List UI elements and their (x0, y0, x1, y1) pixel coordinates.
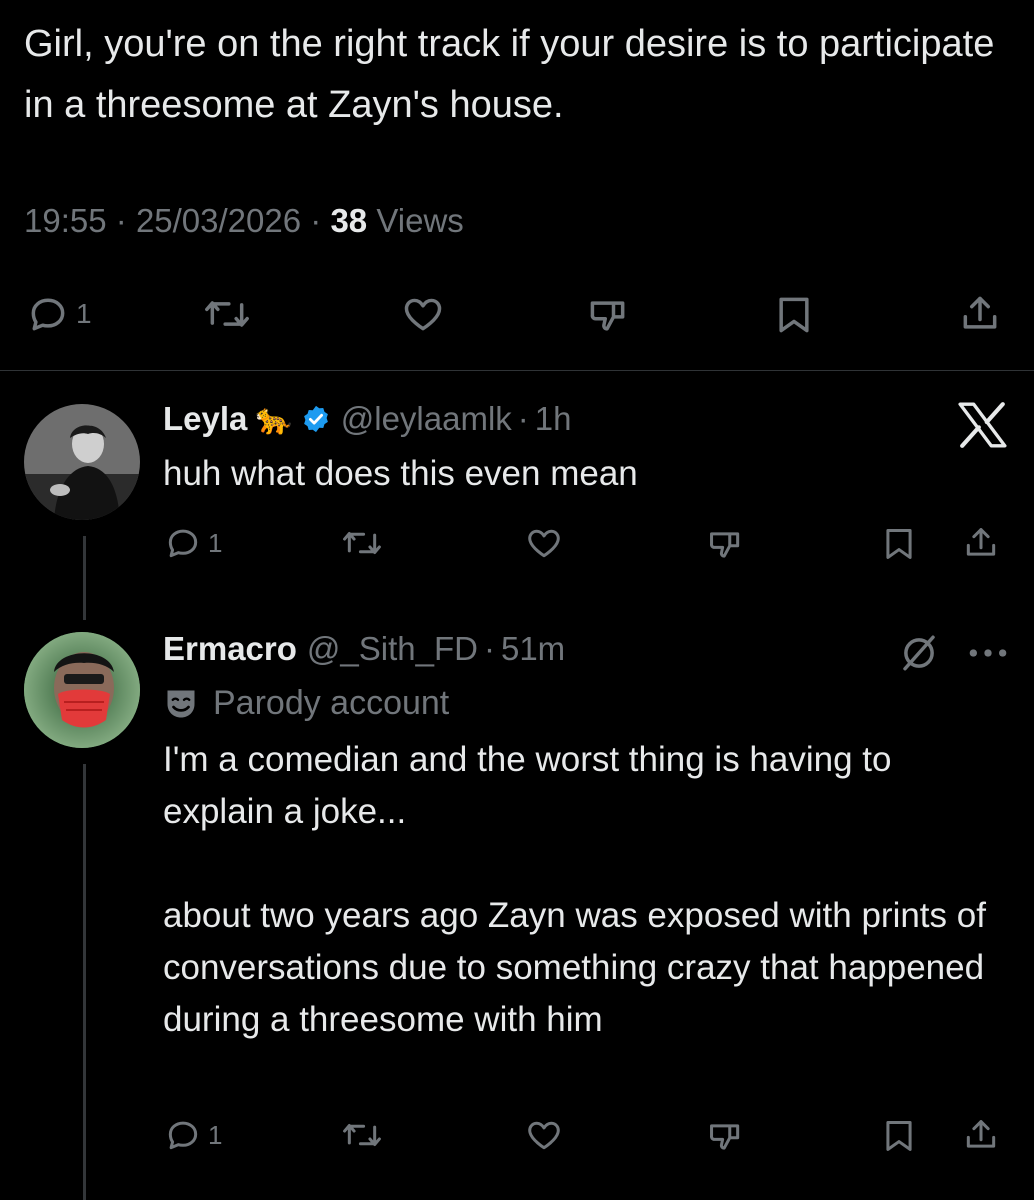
reply-icon (164, 1116, 202, 1154)
reply-action-bar: 1 (0, 520, 1034, 580)
bookmark-icon (880, 524, 918, 564)
meta-separator: · (115, 202, 127, 239)
handle[interactable]: @_Sith_FD (307, 630, 478, 668)
dislike-icon (584, 294, 632, 338)
parody-label: Parody account (163, 684, 449, 723)
tweet-action-bar: 1 (0, 288, 1034, 348)
display-name[interactable]: Ermacro (163, 630, 297, 668)
reply-button[interactable]: 1 (26, 292, 92, 336)
name-emoji: 🐆 (255, 402, 293, 436)
reply-icon (26, 292, 70, 336)
share-icon (962, 1114, 1000, 1156)
reply-count: 1 (208, 527, 223, 558)
tweet-text: Girl, you're on the right track if your … (24, 23, 1005, 126)
share-icon (962, 522, 1000, 564)
heart-icon (524, 1116, 564, 1154)
reply-action-bar: 1 (0, 1112, 1034, 1172)
reply-header: Leyla 🐆 @leylaamlk · 1h (163, 400, 572, 438)
views-count: 38 (330, 202, 368, 239)
avatar-leyla[interactable] (24, 404, 140, 520)
reply-text: huh what does this even mean (163, 454, 638, 493)
retweet-icon (340, 1116, 384, 1154)
reply-count: 1 (76, 298, 92, 329)
like-button[interactable] (400, 292, 446, 336)
separator: · (483, 630, 495, 667)
like-button[interactable] (524, 524, 564, 562)
bookmark-button[interactable] (880, 1116, 918, 1156)
divider (0, 370, 1034, 371)
dislike-icon (704, 1118, 746, 1156)
bookmark-button[interactable] (880, 524, 918, 564)
reply-header: Ermacro @_Sith_FD · 51m (163, 630, 565, 668)
bookmark-icon (772, 292, 816, 338)
dislike-button[interactable] (584, 294, 632, 338)
like-button[interactable] (524, 1116, 564, 1154)
reply-text: I'm a comedian and the worst thing is ha… (163, 740, 986, 1039)
tweet-date[interactable]: 25/03/2026 (136, 202, 301, 239)
share-button[interactable] (958, 290, 1002, 338)
share-button[interactable] (962, 522, 1000, 564)
more-icon[interactable] (966, 636, 1010, 675)
dislike-icon (704, 526, 746, 564)
display-name[interactable]: Leyla (163, 400, 247, 438)
meta-separator: · (310, 202, 322, 239)
reply-time[interactable]: 51m (501, 630, 565, 668)
parody-mask-icon (163, 687, 199, 721)
avatar-ermacro[interactable] (24, 632, 140, 748)
reply-count: 1 (208, 1119, 223, 1150)
share-icon (958, 290, 1002, 338)
retweet-button[interactable] (202, 292, 252, 336)
bookmark-icon (880, 1116, 918, 1156)
heart-icon (524, 524, 564, 562)
handle[interactable]: @leylaamlk (341, 400, 512, 438)
grok-icon[interactable] (898, 632, 940, 679)
tweet-time[interactable]: 19:55 (24, 202, 107, 239)
views-label: Views (376, 202, 464, 239)
bookmark-button[interactable] (772, 292, 816, 338)
share-button[interactable] (962, 1114, 1000, 1156)
verified-badge-icon (301, 404, 331, 434)
dislike-button[interactable] (704, 1118, 746, 1156)
heart-icon (400, 292, 446, 336)
parody-text: Parody account (213, 684, 450, 722)
reply-icon (164, 524, 202, 562)
separator: · (517, 400, 529, 437)
reply-button[interactable]: 1 (164, 1116, 222, 1154)
tweet-meta: 19:55 · 25/03/2026 · 38 Views (24, 202, 464, 240)
retweet-icon (202, 292, 252, 336)
dislike-button[interactable] (704, 526, 746, 564)
retweet-icon (340, 524, 384, 562)
reply-time[interactable]: 1h (535, 400, 572, 438)
retweet-button[interactable] (340, 524, 384, 562)
retweet-button[interactable] (340, 1116, 384, 1154)
x-logo-icon (958, 402, 1008, 453)
reply-button[interactable]: 1 (164, 524, 222, 562)
